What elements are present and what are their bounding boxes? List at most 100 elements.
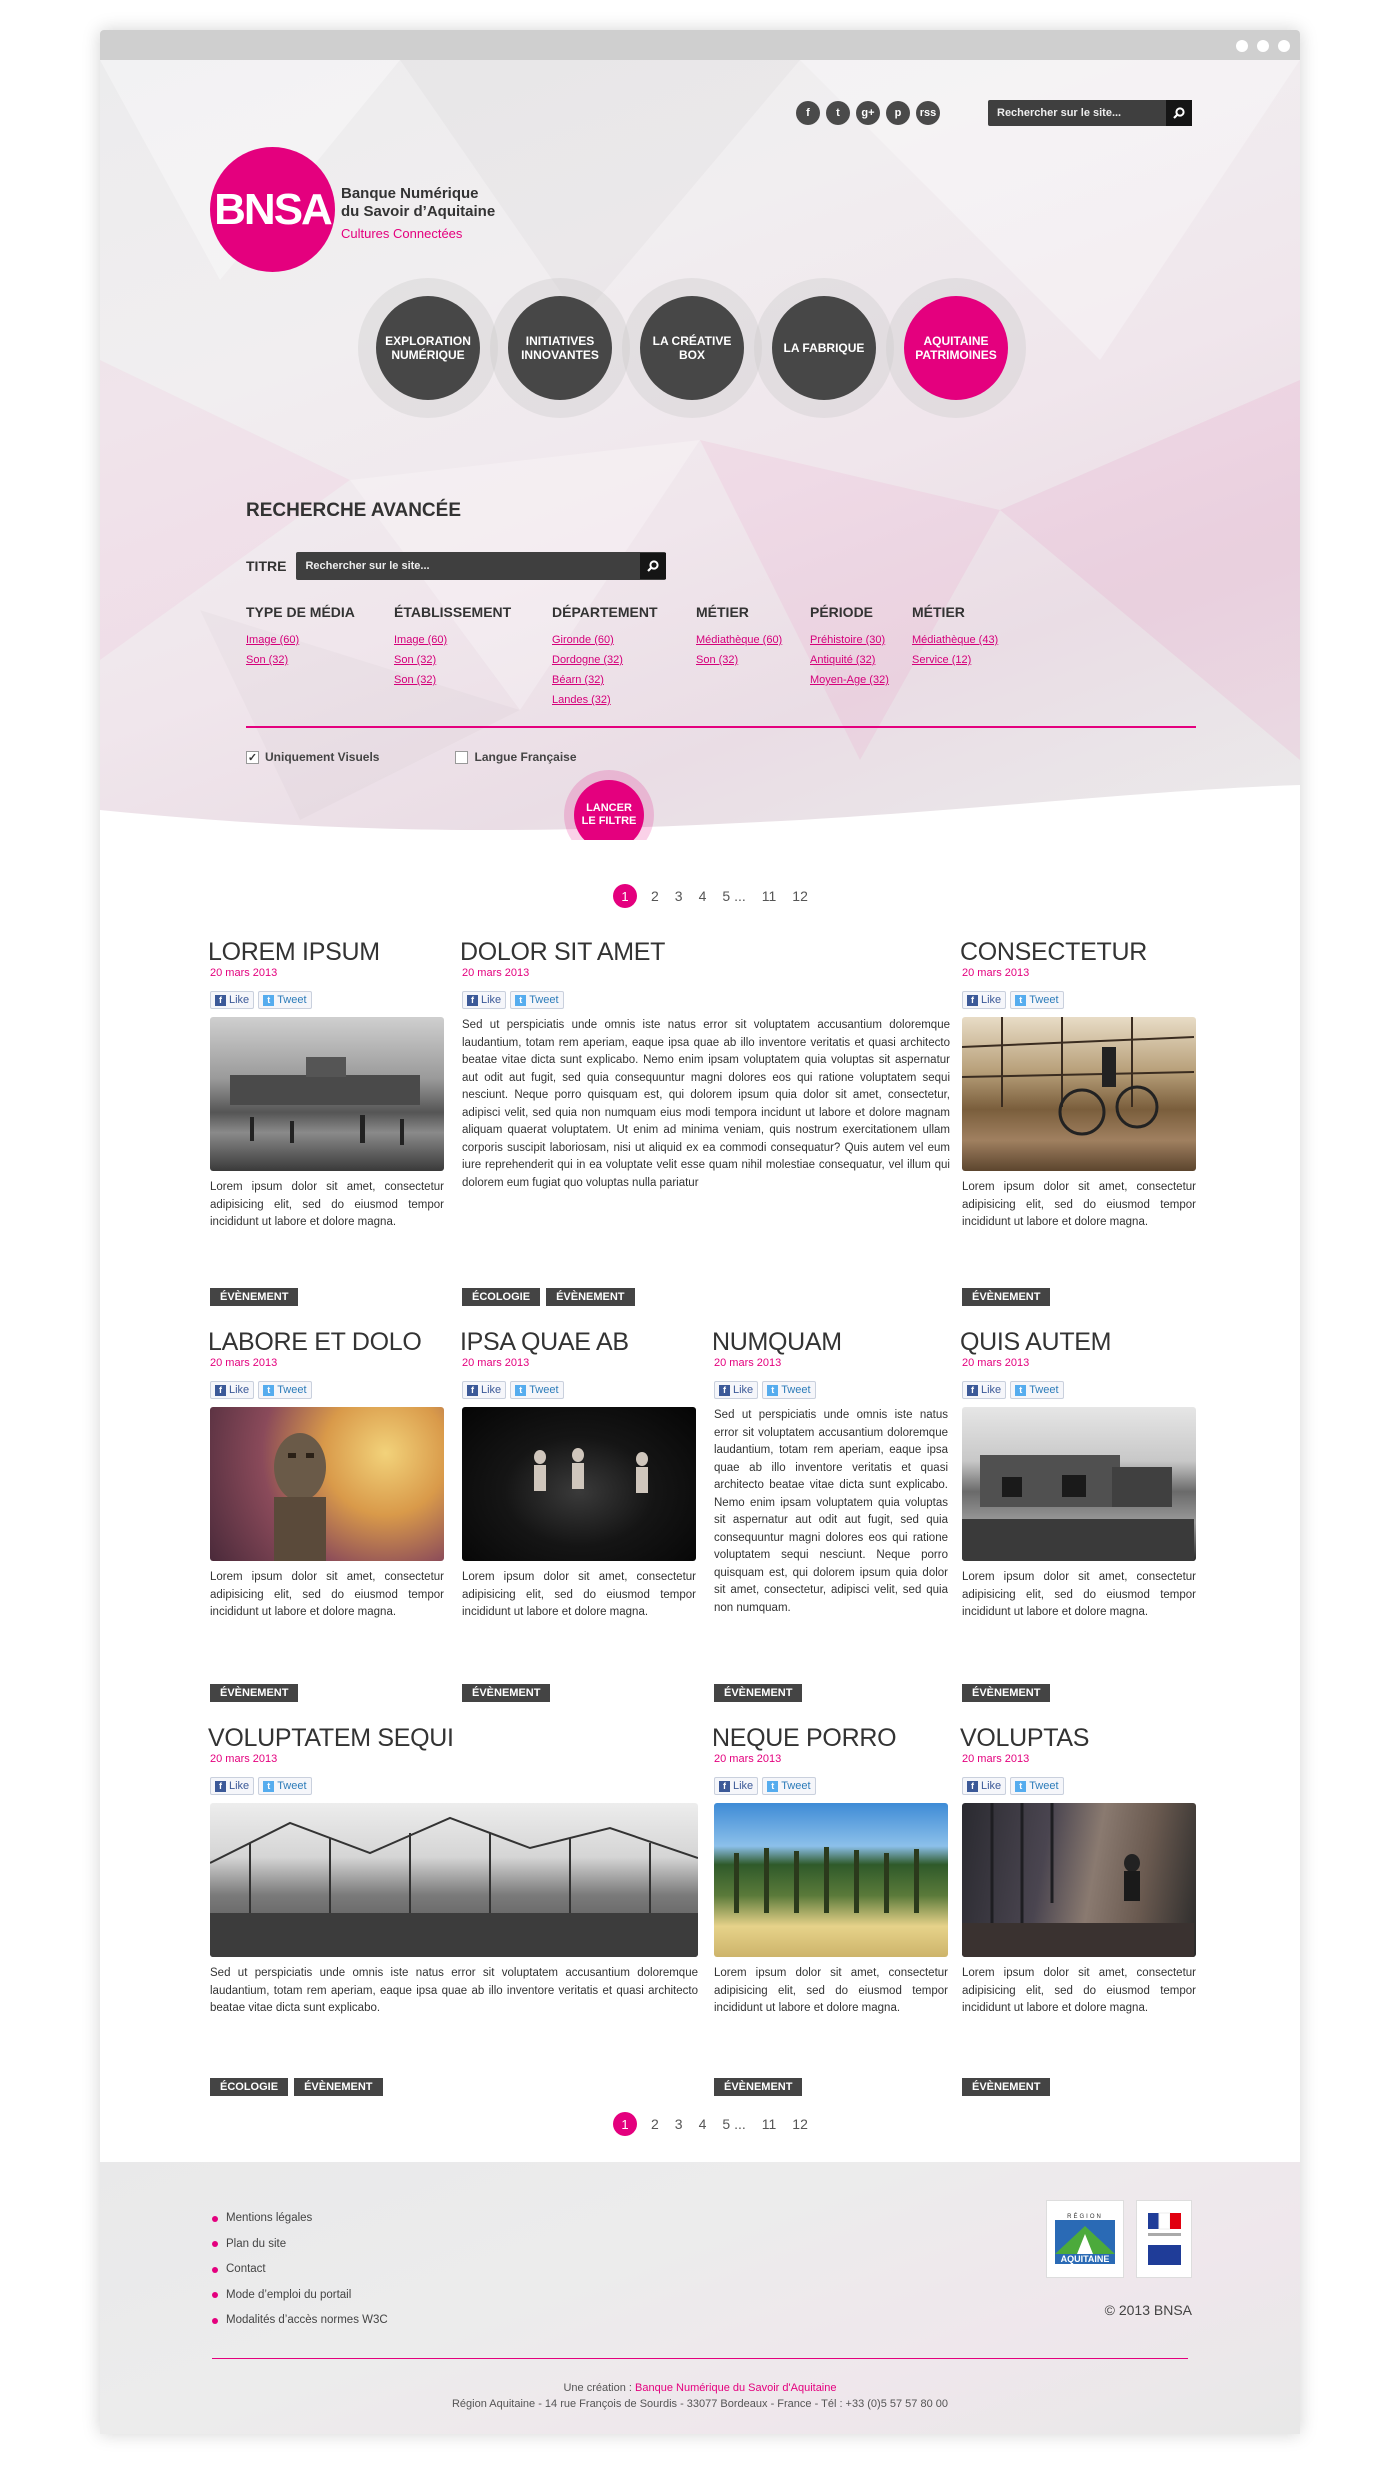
- page-link[interactable]: 4: [699, 888, 707, 904]
- french-language-checkbox[interactable]: Langue Française: [455, 750, 577, 764]
- filter-option[interactable]: Son (32): [246, 650, 394, 670]
- article-title[interactable]: QUIS AUTEM: [960, 1328, 1196, 1356]
- tweet-button[interactable]: t Tweet: [1010, 991, 1064, 1009]
- article-photo[interactable]: [962, 1803, 1196, 1957]
- search-input[interactable]: [997, 107, 1147, 119]
- checkbox-empty-icon[interactable]: [455, 750, 469, 764]
- googleplus-icon[interactable]: g+: [856, 101, 880, 125]
- title-search-input[interactable]: [305, 560, 626, 572]
- article-card[interactable]: VOLUPTATEM SEQUI 20 mars 2013 f Like t Twee…: [208, 1724, 698, 2098]
- article-card[interactable]: CONSECTETUR 20 mars 2013 f Like t Tweet Lor…: [960, 938, 1196, 1308]
- tweet-button[interactable]: t Tweet: [258, 1381, 312, 1399]
- article-card[interactable]: NUMQUAM 20 mars 2013 f Like t Tweet Sed ut …: [712, 1328, 948, 1704]
- article-photo[interactable]: [962, 1017, 1196, 1171]
- page-link[interactable]: 3: [675, 888, 683, 904]
- nav-aquitaine-patrimoines[interactable]: AQUITAINE PATRIMOINES: [904, 296, 1008, 400]
- filter-option[interactable]: Moyen-Age (32): [810, 670, 912, 690]
- facebook-like-button[interactable]: f Like: [210, 1381, 255, 1399]
- pinterest-icon[interactable]: p: [886, 101, 910, 125]
- tag-badge[interactable]: ÉVÈNEMENT: [462, 1684, 551, 1702]
- article-card[interactable]: QUIS AUTEM 20 mars 2013 f Like t Tweet Lore…: [960, 1328, 1196, 1704]
- page-link[interactable]: 12: [792, 2116, 808, 2132]
- facebook-like-button[interactable]: f Like: [714, 1381, 759, 1399]
- tag-badge[interactable]: ÉCOLOGIE: [462, 1288, 541, 1306]
- filter-option[interactable]: Antiquité (32): [810, 650, 912, 670]
- filter-option[interactable]: Son (32): [394, 670, 552, 690]
- facebook-like-button[interactable]: f Like: [462, 991, 507, 1009]
- article-card[interactable]: LOREM IPSUM 20 mars 2013 f Like t Tweet Lor…: [208, 938, 444, 1308]
- page-link[interactable]: 2: [651, 888, 659, 904]
- footer-link-legal[interactable]: Mentions légales: [212, 2206, 388, 2232]
- nav-exploration[interactable]: EXPLORATION NUMÉRIQUE: [376, 296, 480, 400]
- filter-option[interactable]: Service (12): [912, 650, 1022, 670]
- filter-option[interactable]: Préhistoire (30): [810, 630, 912, 650]
- region-aquitaine-logo[interactable]: RÉGION AQUITAINE: [1046, 2200, 1124, 2278]
- tweet-button[interactable]: t Tweet: [258, 1777, 312, 1795]
- article-title[interactable]: NEQUE PORRO: [712, 1724, 948, 1752]
- article-card[interactable]: IPSA QUAE AB 20 mars 2013 f Like t Tweet Lo…: [460, 1328, 696, 1704]
- window-dot-icon[interactable]: [1278, 40, 1290, 52]
- article-card[interactable]: NEQUE PORRO 20 mars 2013 f Like t Tweet Lor…: [712, 1724, 948, 2098]
- facebook-like-button[interactable]: f Like: [714, 1777, 759, 1795]
- article-title[interactable]: NUMQUAM: [712, 1328, 948, 1356]
- article-card[interactable]: LABORE ET DOLO 20 mars 2013 f Like t Tweet …: [208, 1328, 444, 1704]
- filter-option[interactable]: Son (32): [696, 650, 810, 670]
- article-title[interactable]: LOREM IPSUM: [208, 938, 444, 966]
- article-title[interactable]: VOLUPTATEM SEQUI: [208, 1724, 698, 1752]
- page-link[interactable]: 4: [699, 2116, 707, 2132]
- footer-link-guide[interactable]: Mode d’emploi du portail: [212, 2283, 388, 2309]
- page-link[interactable]: 3: [675, 2116, 683, 2132]
- article-card[interactable]: DOLOR SIT AMET 20 mars 2013 f Like t Tweet …: [460, 938, 950, 1308]
- page-link[interactable]: 5 ...: [722, 888, 745, 904]
- page-link-current[interactable]: 1: [613, 884, 637, 908]
- window-dot-icon[interactable]: [1257, 40, 1269, 52]
- facebook-like-button[interactable]: f Like: [462, 1381, 507, 1399]
- nav-fabrique[interactable]: LA FABRIQUE: [772, 296, 876, 400]
- article-title[interactable]: LABORE ET DOLO: [208, 1328, 444, 1356]
- tweet-button[interactable]: t Tweet: [762, 1381, 816, 1399]
- twitter-icon[interactable]: t: [826, 101, 850, 125]
- window-dot-icon[interactable]: [1236, 40, 1248, 52]
- filter-option[interactable]: Médiathèque (60): [696, 630, 810, 650]
- tweet-button[interactable]: t Tweet: [510, 991, 564, 1009]
- page-link[interactable]: 5 ...: [722, 2116, 745, 2132]
- footer-link-w3c[interactable]: Modalités d’accès normes W3C: [212, 2308, 388, 2334]
- tag-badge[interactable]: ÉVÈNEMENT: [546, 1288, 635, 1306]
- site-logo[interactable]: BNSA Banque Numérique du Savoir d’Aquita…: [210, 147, 495, 272]
- filter-option[interactable]: Médiathèque (43): [912, 630, 1022, 650]
- visuals-only-checkbox[interactable]: ✓ Uniquement Visuels: [246, 750, 379, 764]
- filter-option[interactable]: Béarn (32): [552, 670, 696, 690]
- page-link[interactable]: 11: [762, 888, 777, 904]
- search-button[interactable]: [1166, 100, 1192, 126]
- article-title[interactable]: CONSECTETUR: [960, 938, 1196, 966]
- tweet-button[interactable]: t Tweet: [510, 1381, 564, 1399]
- filter-option[interactable]: Landes (32): [552, 690, 696, 710]
- filter-option[interactable]: Image (60): [394, 630, 552, 650]
- filter-option[interactable]: Dordogne (32): [552, 650, 696, 670]
- page-link-current[interactable]: 1: [613, 2112, 637, 2136]
- rss-icon[interactable]: rss: [916, 101, 940, 125]
- tag-badge[interactable]: ÉVÈNEMENT: [962, 1684, 1051, 1702]
- checkbox-checked-icon[interactable]: ✓: [246, 750, 259, 764]
- filter-option[interactable]: Gironde (60): [552, 630, 696, 650]
- article-photo[interactable]: [210, 1017, 444, 1171]
- facebook-icon[interactable]: f: [796, 101, 820, 125]
- title-search-button[interactable]: [640, 553, 667, 579]
- facebook-like-button[interactable]: f Like: [962, 991, 1007, 1009]
- tag-badge[interactable]: ÉVÈNEMENT: [714, 2078, 803, 2096]
- page-link[interactable]: 2: [651, 2116, 659, 2132]
- facebook-like-button[interactable]: f Like: [962, 1381, 1007, 1399]
- tweet-button[interactable]: t Tweet: [762, 1777, 816, 1795]
- footer-link-sitemap[interactable]: Plan du site: [212, 2232, 388, 2258]
- tweet-button[interactable]: t Tweet: [1010, 1381, 1064, 1399]
- tag-badge[interactable]: ÉVÈNEMENT: [714, 1684, 803, 1702]
- article-title[interactable]: IPSA QUAE AB: [460, 1328, 696, 1356]
- ministere-culture-logo[interactable]: [1136, 2200, 1192, 2278]
- facebook-like-button[interactable]: f Like: [210, 991, 255, 1009]
- article-photo[interactable]: [462, 1407, 696, 1561]
- article-photo[interactable]: [210, 1803, 698, 1957]
- tweet-button[interactable]: t Tweet: [1010, 1777, 1064, 1795]
- article-photo[interactable]: [962, 1407, 1196, 1561]
- facebook-like-button[interactable]: f Like: [962, 1777, 1007, 1795]
- tag-badge[interactable]: ÉVÈNEMENT: [962, 2078, 1051, 2096]
